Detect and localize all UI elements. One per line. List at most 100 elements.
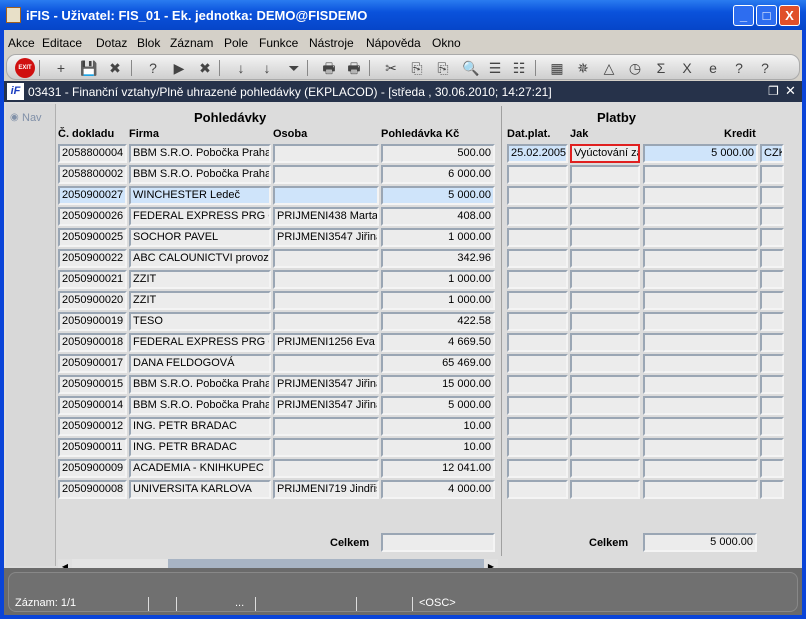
firm-field[interactable]: ABC CALOUNICTVI provozov — [129, 249, 271, 268]
settings-icon[interactable]: ✵ — [573, 58, 593, 78]
payment-method-field[interactable] — [570, 333, 640, 352]
payment-method-field[interactable] — [570, 354, 640, 373]
payment-date-field[interactable] — [507, 228, 568, 247]
context-help-icon[interactable]: ? — [755, 58, 775, 78]
payment-method-field[interactable] — [570, 186, 640, 205]
person-field[interactable] — [273, 270, 379, 289]
payment-date-field[interactable] — [507, 333, 568, 352]
currency-field[interactable] — [760, 270, 784, 289]
payment-date-field[interactable] — [507, 291, 568, 310]
doc-number-field[interactable]: 2050900019 — [58, 312, 127, 331]
amount-field[interactable]: 4 000.00 — [381, 480, 495, 499]
firm-field[interactable]: WINCHESTER Ledeč — [129, 186, 271, 205]
doc-number-field[interactable]: 2050900020 — [58, 291, 127, 310]
amount-field[interactable]: 1 000.00 — [381, 291, 495, 310]
search-icon[interactable]: 🔍 — [461, 58, 481, 78]
amount-field[interactable]: 1 000.00 — [381, 228, 495, 247]
tree-icon[interactable]: ☷ — [509, 58, 529, 78]
currency-field[interactable] — [760, 228, 784, 247]
doc-number-field[interactable]: 2058800002 — [58, 165, 127, 184]
amount-field[interactable]: 65 469.00 — [381, 354, 495, 373]
currency-field[interactable] — [760, 480, 784, 499]
currency-field[interactable] — [760, 312, 784, 331]
amount-field[interactable]: 10.00 — [381, 438, 495, 457]
credit-field[interactable] — [643, 438, 758, 457]
payment-date-field[interactable] — [507, 270, 568, 289]
enter-query-icon[interactable]: ? — [143, 58, 163, 78]
minimize-button[interactable]: _ — [733, 5, 754, 26]
form-close-icon[interactable]: ✕ — [785, 83, 796, 99]
menu-3[interactable]: Blok — [137, 36, 160, 50]
menu-4[interactable]: Záznam — [170, 36, 213, 50]
person-field[interactable] — [273, 291, 379, 310]
payment-date-field[interactable] — [507, 249, 568, 268]
credit-field[interactable] — [643, 480, 758, 499]
payment-method-field[interactable]: Vyúctování za — [570, 144, 640, 163]
amount-field[interactable]: 500.00 — [381, 144, 495, 163]
sum-icon[interactable]: Σ — [651, 58, 671, 78]
person-field[interactable] — [273, 417, 379, 436]
payment-method-field[interactable] — [570, 228, 640, 247]
currency-field[interactable] — [760, 291, 784, 310]
payment-method-field[interactable] — [570, 417, 640, 436]
payment-date-field[interactable] — [507, 438, 568, 457]
payment-date-field[interactable] — [507, 354, 568, 373]
person-field[interactable] — [273, 144, 379, 163]
menu-5[interactable]: Pole — [224, 36, 248, 50]
person-field[interactable] — [273, 438, 379, 457]
person-field[interactable]: PRIJMENI3547 Jiřina — [273, 375, 379, 394]
amount-field[interactable]: 422.58 — [381, 312, 495, 331]
currency-field[interactable] — [760, 375, 784, 394]
firm-field[interactable]: UNIVERSITA KARLOVA — [129, 480, 271, 499]
copy-icon[interactable]: ⎘ — [407, 58, 427, 78]
amount-field[interactable]: 408.00 — [381, 207, 495, 226]
doc-number-field[interactable]: 2050900011 — [58, 438, 127, 457]
close-button[interactable]: X — [779, 5, 800, 26]
payment-method-field[interactable] — [570, 207, 640, 226]
doc-number-field[interactable]: 2050900025 — [58, 228, 127, 247]
firm-field[interactable]: BBM S.R.O. Pobočka Praha — [129, 165, 271, 184]
credit-field[interactable] — [643, 165, 758, 184]
payment-method-field[interactable] — [570, 249, 640, 268]
browser-icon[interactable]: e — [703, 58, 723, 78]
currency-field[interactable] — [760, 396, 784, 415]
nav-radio-icon[interactable]: ◉ — [10, 112, 19, 123]
restore-icon[interactable]: ❐ — [768, 84, 779, 98]
payment-date-field[interactable]: 25.02.2005 — [507, 144, 568, 163]
cancel-query-icon[interactable]: ✖ — [195, 58, 215, 78]
payment-date-field[interactable] — [507, 312, 568, 331]
doc-number-field[interactable]: 2050900027 — [58, 186, 127, 205]
filter-icon[interactable]: ⏷ — [284, 58, 304, 78]
amount-field[interactable]: 4 669.50 — [381, 333, 495, 352]
credit-field[interactable] — [643, 228, 758, 247]
amount-field[interactable]: 5 000.00 — [381, 396, 495, 415]
calculator-icon[interactable]: ▦ — [547, 58, 567, 78]
credit-field[interactable] — [643, 396, 758, 415]
firm-field[interactable]: ZZIT — [129, 291, 271, 310]
payment-method-field[interactable] — [570, 291, 640, 310]
delete-icon[interactable]: ✖ — [105, 58, 125, 78]
cut-icon[interactable]: ✂ — [381, 58, 401, 78]
firm-field[interactable]: ACADEMIA - KNIHKUPEC — [129, 459, 271, 478]
person-field[interactable] — [273, 312, 379, 331]
amount-field[interactable]: 10.00 — [381, 417, 495, 436]
menu-0[interactable]: Akce — [8, 36, 35, 50]
payment-date-field[interactable] — [507, 186, 568, 205]
person-field[interactable]: PRIJMENI719 Jindřiška — [273, 480, 379, 499]
sort-desc-icon[interactable]: ↓ — [257, 58, 277, 78]
currency-field[interactable] — [760, 165, 784, 184]
firm-field[interactable]: FEDERAL EXPRESS PRG CES — [129, 333, 271, 352]
doc-number-field[interactable]: 2050900015 — [58, 375, 127, 394]
payment-date-field[interactable] — [507, 396, 568, 415]
print-preview-icon[interactable]: 🖶 — [344, 58, 364, 78]
menu-9[interactable]: Okno — [432, 36, 461, 50]
payment-date-field[interactable] — [507, 417, 568, 436]
currency-field[interactable]: CZK — [760, 144, 784, 163]
currency-field[interactable] — [760, 186, 784, 205]
firm-field[interactable]: BBM S.R.O. Pobočka Praha — [129, 144, 271, 163]
credit-field[interactable] — [643, 375, 758, 394]
doc-number-field[interactable]: 2050900009 — [58, 459, 127, 478]
firm-field[interactable]: TESO — [129, 312, 271, 331]
payment-method-field[interactable] — [570, 312, 640, 331]
person-field[interactable] — [273, 186, 379, 205]
